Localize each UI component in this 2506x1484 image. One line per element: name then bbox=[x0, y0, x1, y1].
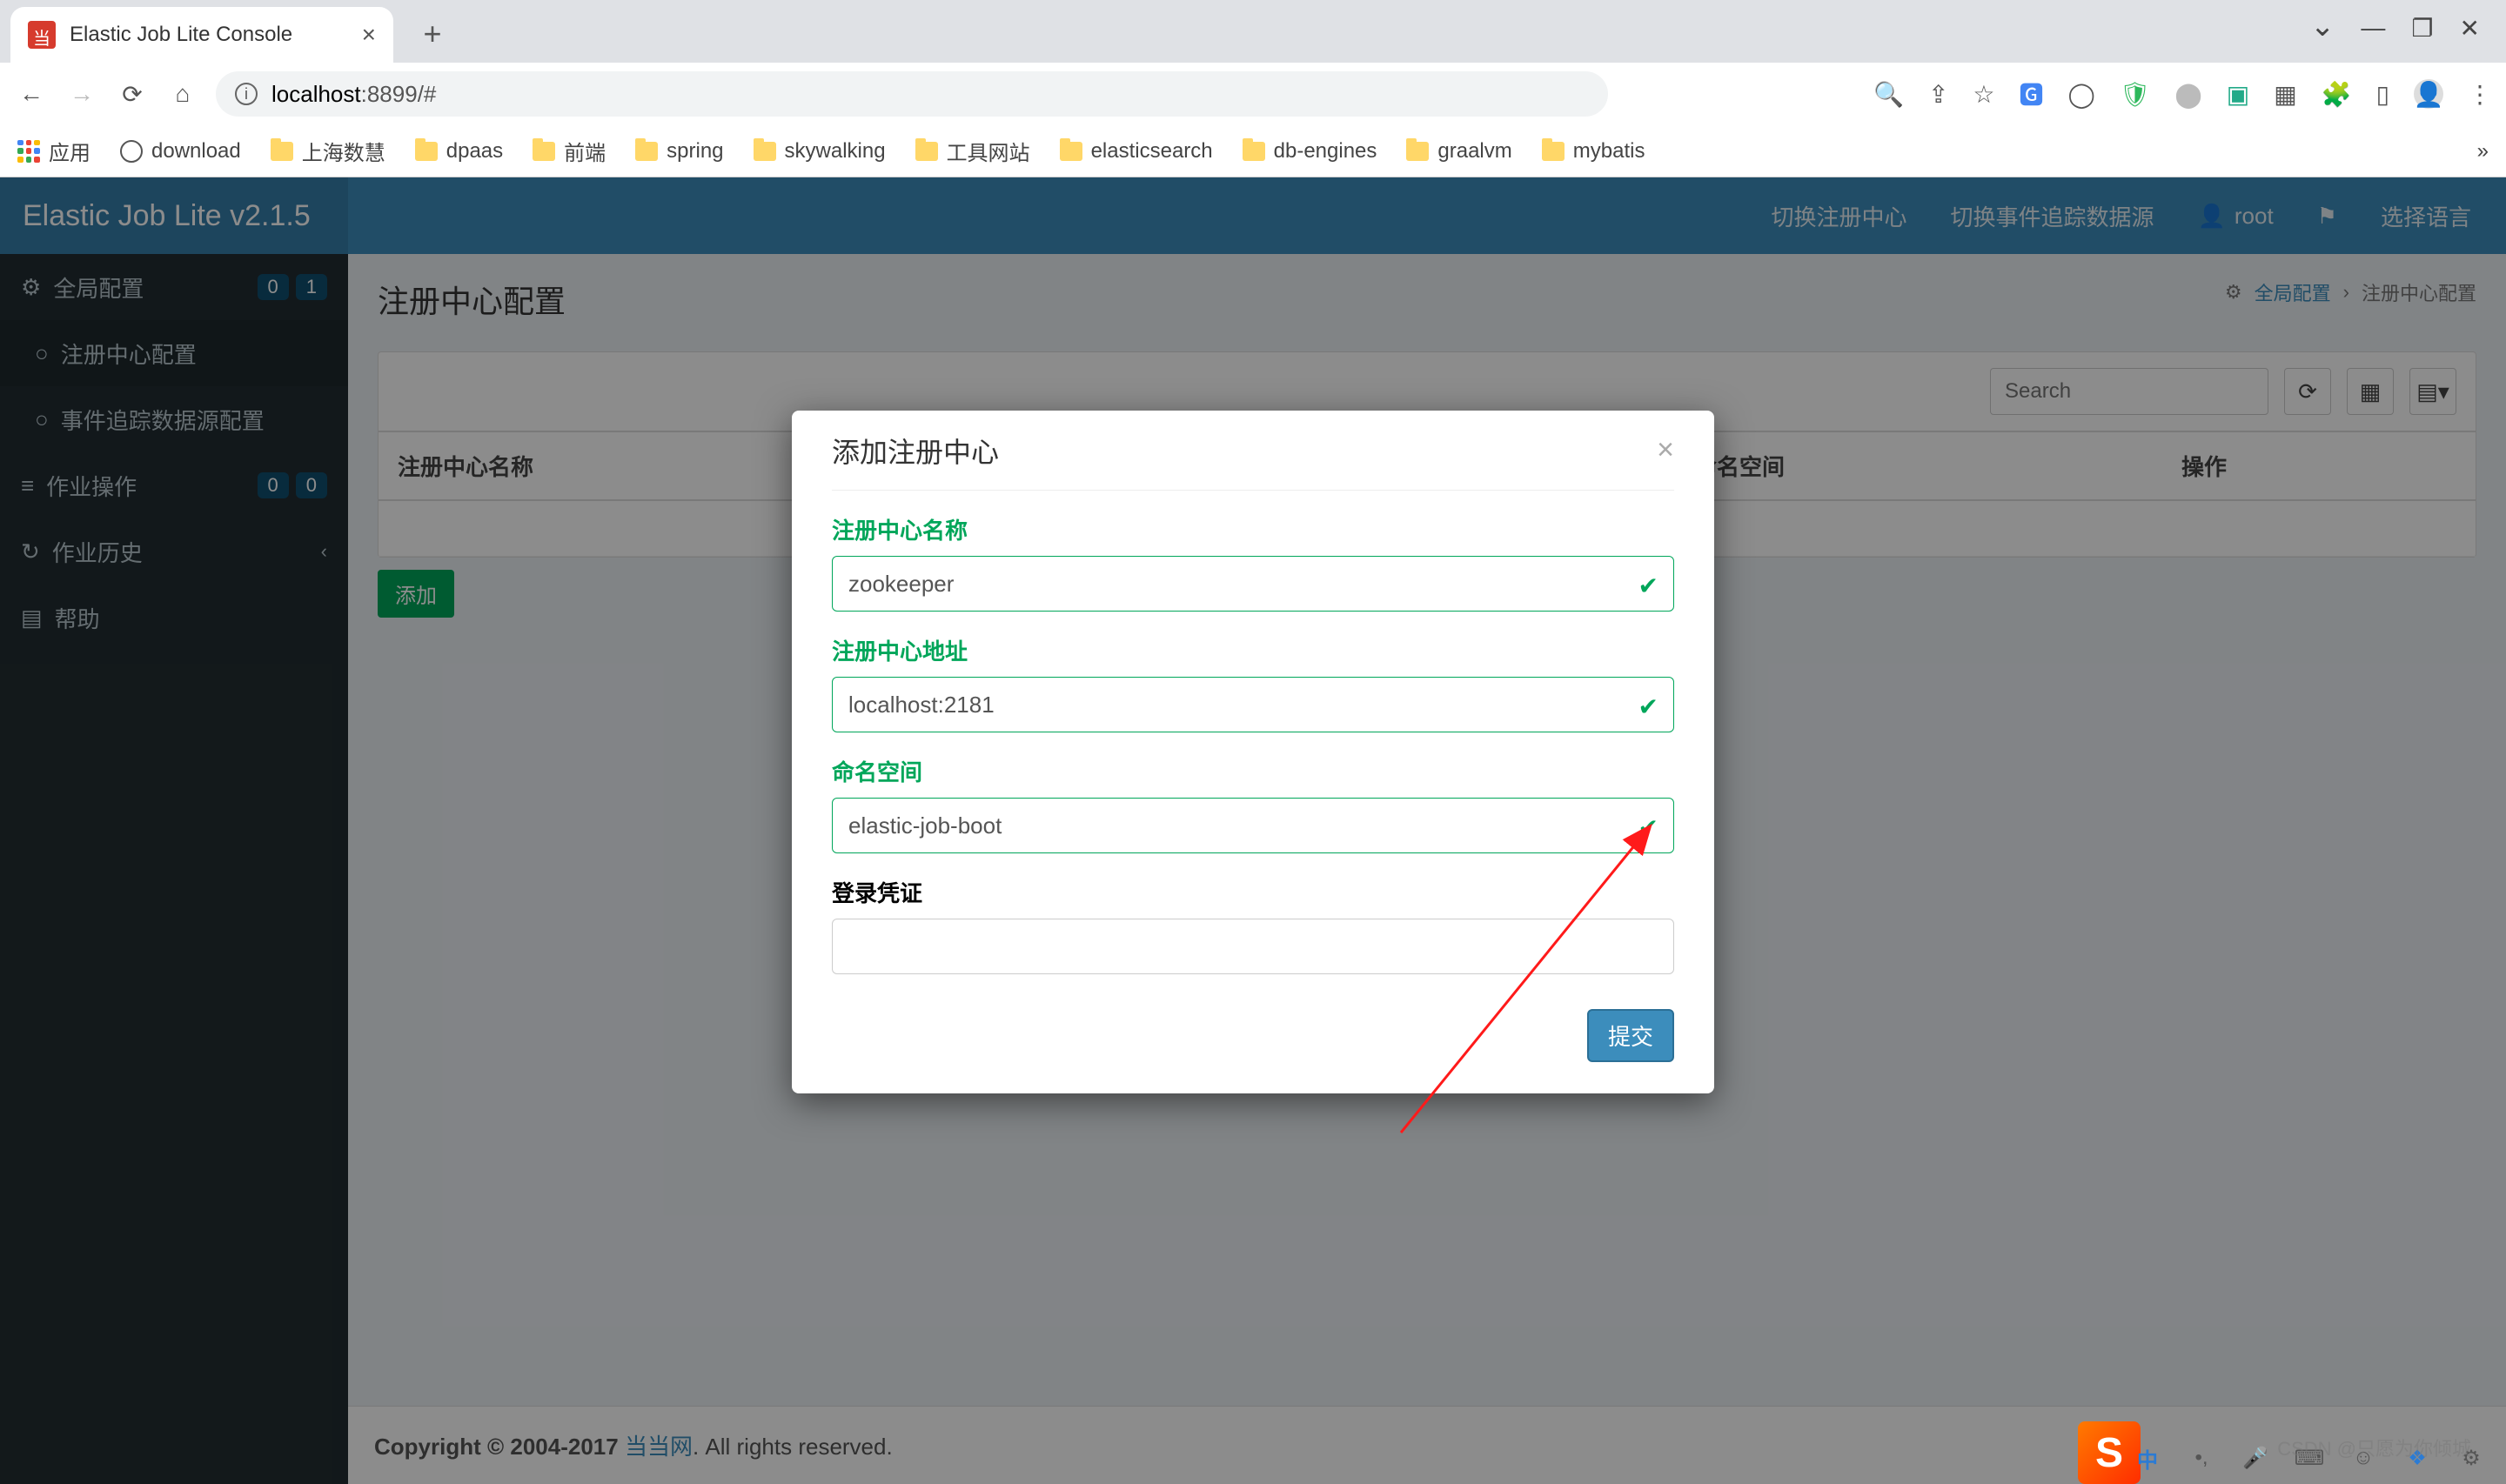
bookmarks-overflow-icon[interactable]: » bbox=[2477, 139, 2489, 164]
check-icon: ✔ bbox=[1638, 572, 1658, 600]
field-registry-name: ✔ bbox=[832, 556, 1674, 612]
bookmark-label: skywalking bbox=[785, 139, 886, 164]
registry-address-input[interactable] bbox=[832, 677, 1674, 732]
modal-header: 添加注册中心 × bbox=[832, 411, 1674, 491]
bookmark-folder[interactable]: spring bbox=[635, 139, 723, 164]
ext1-icon[interactable]: ◯ bbox=[2068, 80, 2095, 109]
bookmark-folder[interactable]: graalvm bbox=[1406, 139, 1511, 164]
favicon-icon bbox=[28, 21, 56, 49]
maximize-icon[interactable]: ❐ bbox=[2411, 14, 2433, 49]
credential-input[interactable] bbox=[832, 919, 1674, 974]
label-registry-address: 注册中心地址 bbox=[832, 634, 1674, 666]
folder-icon bbox=[1406, 142, 1429, 161]
modal-close-icon[interactable]: × bbox=[1657, 433, 1674, 467]
bookmark-label: 上海数慧 bbox=[302, 136, 385, 166]
bookmark-folder[interactable]: skywalking bbox=[754, 139, 886, 164]
tab-strip: Elastic Job Lite Console × + — ❐ ✕ bbox=[0, 0, 2506, 63]
profile-icon[interactable]: 👤 bbox=[2414, 79, 2443, 109]
bookmark-label: db-engines bbox=[1274, 139, 1377, 164]
globe-icon bbox=[120, 140, 143, 163]
bookmark-label: 前端 bbox=[564, 136, 606, 166]
address-bar[interactable]: i localhost:8899/# bbox=[216, 71, 1608, 117]
bookmark-label: elasticsearch bbox=[1091, 139, 1213, 164]
folder-icon bbox=[1060, 142, 1082, 161]
search-lens-icon[interactable]: 🔍 bbox=[1873, 80, 1904, 109]
folder-icon bbox=[533, 142, 555, 161]
bookmark-download[interactable]: download bbox=[120, 139, 241, 164]
bookmark-label: spring bbox=[667, 139, 723, 164]
chevron-down-icon[interactable] bbox=[2310, 14, 2335, 49]
minimize-icon[interactable]: — bbox=[2361, 14, 2385, 49]
label-namespace: 命名空间 bbox=[832, 755, 1674, 787]
close-icon[interactable]: ✕ bbox=[2460, 14, 2480, 49]
new-tab-button[interactable]: + bbox=[411, 12, 454, 56]
check-icon: ✔ bbox=[1638, 813, 1658, 842]
reload-icon[interactable]: ⟳ bbox=[115, 80, 150, 109]
translate-icon[interactable]: 🅶 bbox=[2020, 77, 2044, 111]
field-credential bbox=[832, 919, 1674, 974]
field-registry-address: ✔ bbox=[832, 677, 1674, 732]
site-info-icon[interactable]: i bbox=[235, 83, 258, 105]
bookmark-label: 应用 bbox=[49, 136, 90, 166]
bookmark-folder[interactable]: dpaas bbox=[415, 139, 503, 164]
check-icon: ✔ bbox=[1638, 692, 1658, 721]
bookmark-label: download bbox=[151, 139, 241, 164]
bookmarks-bar: 应用 download 上海数慧 dpaas 前端 spring skywalk… bbox=[0, 125, 2506, 177]
modal-footer: 提交 bbox=[832, 1009, 1674, 1062]
ext4-icon[interactable]: ▦ bbox=[2274, 80, 2296, 109]
home-icon[interactable]: ⌂ bbox=[165, 80, 200, 108]
back-icon[interactable]: ← bbox=[14, 80, 49, 108]
panel-icon[interactable]: ▯ bbox=[2376, 80, 2389, 109]
toolbar-right-icons: 🔍 ⇪ ☆ 🅶 ◯ 🛡 ⬤ ▣ ▦ 🧩 ▯ 👤 ⋮ bbox=[1873, 77, 2492, 111]
shield-icon[interactable]: 🛡 bbox=[2120, 80, 2151, 109]
submit-button[interactable]: 提交 bbox=[1587, 1009, 1674, 1062]
url-text: localhost:8899/# bbox=[271, 81, 436, 108]
label-registry-name: 注册中心名称 bbox=[832, 513, 1674, 545]
ext2-icon[interactable]: ⬤ bbox=[2174, 80, 2201, 109]
bookmark-folder[interactable]: elasticsearch bbox=[1060, 139, 1213, 164]
tab-title: Elastic Job Lite Console bbox=[70, 23, 292, 47]
browser-tab[interactable]: Elastic Job Lite Console × bbox=[10, 7, 393, 63]
folder-icon bbox=[1243, 142, 1265, 161]
field-namespace: ✔ bbox=[832, 798, 1674, 853]
bookmark-folder[interactable]: 上海数慧 bbox=[271, 136, 385, 166]
apps-grid-icon bbox=[17, 140, 40, 163]
ime-punct-icon[interactable]: •, bbox=[2184, 1441, 2219, 1475]
forward-icon: → bbox=[64, 80, 99, 108]
puzzle-icon[interactable]: 🧩 bbox=[2322, 80, 2352, 109]
ime-mic-icon[interactable]: 🎤 bbox=[2238, 1441, 2273, 1475]
ime-lang-icon[interactable]: 中 bbox=[2130, 1441, 2165, 1475]
folder-icon bbox=[271, 142, 293, 161]
namespace-input[interactable] bbox=[832, 798, 1674, 853]
bookmark-folder[interactable]: db-engines bbox=[1243, 139, 1377, 164]
bookmark-label: 工具网站 bbox=[947, 136, 1030, 166]
app-root: Elastic Job Lite v2.1.5 切换注册中心 切换事件追踪数据源… bbox=[0, 177, 2506, 1484]
bookmark-label: mybatis bbox=[1573, 139, 1645, 164]
kebab-menu-icon[interactable]: ⋮ bbox=[2468, 80, 2492, 109]
ext3-icon[interactable]: ▣ bbox=[2227, 80, 2249, 109]
folder-icon bbox=[635, 142, 658, 161]
bookmark-folder[interactable]: 工具网站 bbox=[915, 136, 1030, 166]
tab-close-icon[interactable]: × bbox=[362, 21, 376, 49]
share-icon[interactable]: ⇪ bbox=[1928, 80, 1948, 109]
folder-icon bbox=[1542, 142, 1565, 161]
browser-toolbar: ← → ⟳ ⌂ i localhost:8899/# 🔍 ⇪ ☆ 🅶 ◯ 🛡 ⬤… bbox=[0, 63, 2506, 125]
watermark: CSDN @只愿为你倾城 bbox=[2277, 1434, 2471, 1461]
bookmark-star-icon[interactable]: ☆ bbox=[1973, 80, 1994, 109]
bookmark-folder[interactable]: 前端 bbox=[533, 136, 606, 166]
add-registry-modal: 添加注册中心 × 注册中心名称 ✔ 注册中心地址 ✔ 命名空间 ✔ 登录凭证 提… bbox=[792, 411, 1714, 1093]
registry-name-input[interactable] bbox=[832, 556, 1674, 612]
folder-icon bbox=[915, 142, 938, 161]
bookmark-apps[interactable]: 应用 bbox=[17, 136, 90, 166]
modal-title: 添加注册中心 bbox=[832, 431, 999, 471]
folder-icon bbox=[754, 142, 776, 161]
browser-chrome: Elastic Job Lite Console × + — ❐ ✕ ← → ⟳… bbox=[0, 0, 2506, 177]
label-credential: 登录凭证 bbox=[832, 876, 1674, 908]
folder-icon bbox=[415, 142, 438, 161]
bookmark-label: dpaas bbox=[446, 139, 503, 164]
bookmark-folder[interactable]: mybatis bbox=[1542, 139, 1645, 164]
bookmark-label: graalvm bbox=[1437, 139, 1511, 164]
window-controls: — ❐ ✕ bbox=[2310, 14, 2506, 63]
